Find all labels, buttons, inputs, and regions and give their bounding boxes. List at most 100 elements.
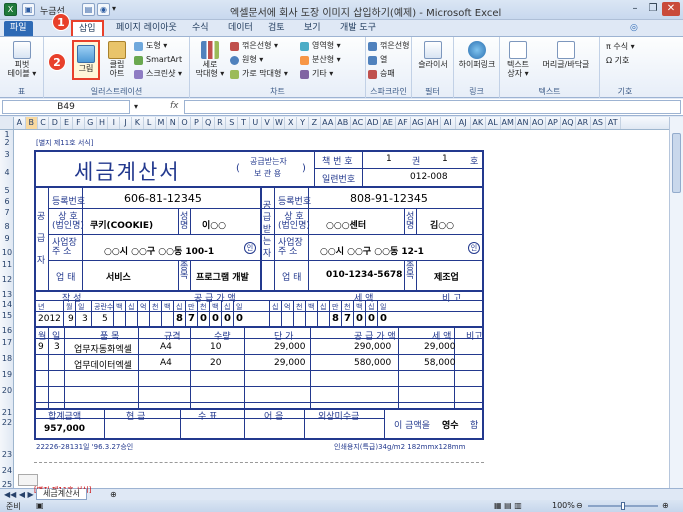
macro-record-icon[interactable]: ▣: [36, 501, 44, 510]
close-icon[interactable]: ✕: [662, 2, 680, 16]
column-header[interactable]: G: [85, 117, 97, 129]
column-header[interactable]: N: [167, 117, 180, 129]
column-header[interactable]: AK: [471, 117, 486, 129]
column-header[interactable]: AL: [486, 117, 501, 129]
view-buttons-icon[interactable]: ▦ ▤ ▥: [494, 501, 522, 510]
formula-input[interactable]: [184, 100, 681, 114]
select-all-corner[interactable]: [0, 117, 14, 130]
column-header[interactable]: AS: [591, 117, 606, 129]
restore-icon[interactable]: ❐: [644, 2, 662, 16]
column-header[interactable]: Z: [309, 117, 321, 129]
screenshot-button[interactable]: 스크린샷 ▾: [134, 68, 182, 80]
column-header[interactable]: M: [156, 117, 168, 129]
column-header[interactable]: AR: [576, 117, 591, 129]
bar-chart-button[interactable]: 가로 막대형 ▾: [230, 68, 288, 80]
customize-qat-icon[interactable]: ▾: [112, 4, 116, 13]
tab-data[interactable]: 데이터: [222, 21, 259, 37]
tab-page-layout[interactable]: 페이지 레이아웃: [110, 21, 183, 37]
sparkline-winloss-button[interactable]: 승패: [368, 68, 395, 80]
column-header[interactable]: AQ: [561, 117, 576, 129]
line-chart-button[interactable]: 꺾은선형 ▾: [230, 40, 278, 52]
sheet-tab-invoice[interactable]: 세금계산서: [36, 489, 87, 500]
worksheet-grid[interactable]: [별지 제11호 서식] 세금계산서 ( 공급받는자 보 관 용 ) 책 번 호…: [14, 130, 669, 488]
column-header[interactable]: D: [49, 117, 62, 129]
save-icon[interactable]: ▣: [22, 3, 35, 16]
column-header[interactable]: AC: [351, 117, 366, 129]
shapes-button[interactable]: 도형 ▾: [134, 40, 167, 52]
column-header[interactable]: AD: [366, 117, 381, 129]
help-icon[interactable]: ◎: [630, 23, 638, 33]
column-header[interactable]: AE: [381, 117, 396, 129]
column-header[interactable]: AN: [516, 117, 531, 129]
column-header[interactable]: B: [25, 117, 38, 129]
column-header[interactable]: AB: [336, 117, 351, 129]
column-header[interactable]: S: [226, 117, 239, 129]
column-header[interactable]: R: [215, 117, 227, 129]
tab-insert[interactable]: 삽입: [71, 20, 104, 38]
zoom-out-icon[interactable]: ⊖: [576, 501, 583, 510]
fx-icon[interactable]: fx: [170, 101, 179, 111]
clipart-button[interactable]: 클립 아트: [104, 41, 130, 78]
column-header[interactable]: AT: [606, 117, 621, 129]
column-header[interactable]: A: [14, 117, 26, 129]
column-chart-button[interactable]: 세로 막대형 ▾: [194, 41, 226, 78]
scatter-chart-button[interactable]: 분산형 ▾: [300, 54, 341, 66]
column-header[interactable]: X: [285, 117, 298, 129]
column-header[interactable]: K: [132, 117, 144, 129]
column-header[interactable]: Y: [297, 117, 309, 129]
symbol-button[interactable]: Ω 기호: [606, 55, 629, 66]
area-chart-button[interactable]: 영역형 ▾: [300, 40, 341, 52]
tab-file[interactable]: 파일: [4, 21, 33, 37]
column-header[interactable]: F: [73, 117, 85, 129]
column-header[interactable]: O: [179, 117, 191, 129]
column-header[interactable]: E: [61, 117, 73, 129]
column-header[interactable]: J: [120, 117, 132, 129]
column-header[interactable]: L: [144, 117, 156, 129]
column-header[interactable]: AA: [321, 117, 336, 129]
column-header[interactable]: AJ: [456, 117, 471, 129]
tab-formulas[interactable]: 수식: [186, 21, 215, 37]
column-header[interactable]: AO: [531, 117, 546, 129]
column-header[interactable]: W: [274, 117, 286, 129]
zoom-level[interactable]: 100%: [552, 501, 575, 510]
textbox-button[interactable]: 텍스트 상자 ▾: [502, 41, 534, 78]
column-header[interactable]: P: [191, 117, 203, 129]
name-box[interactable]: B49: [2, 100, 130, 114]
zoom-slider-thumb[interactable]: [621, 502, 625, 510]
namebox-dropdown-icon[interactable]: ▾: [134, 102, 138, 111]
tab-review[interactable]: 검토: [262, 21, 291, 37]
new-sheet-icon[interactable]: ⊕: [110, 490, 117, 499]
minimize-icon[interactable]: –: [626, 2, 644, 16]
column-header[interactable]: AI: [441, 117, 456, 129]
tab-view[interactable]: 보기: [298, 21, 327, 37]
column-header[interactable]: Q: [203, 117, 215, 129]
column-header[interactable]: AP: [546, 117, 561, 129]
column-header[interactable]: AF: [396, 117, 411, 129]
column-header[interactable]: T: [238, 117, 250, 129]
hyperlink-button[interactable]: 하이퍼링크: [457, 41, 497, 69]
sparkline-line-button[interactable]: 꺾은선형: [368, 40, 409, 52]
column-header[interactable]: H: [97, 117, 109, 129]
smartart-button[interactable]: SmartArt: [134, 54, 182, 66]
column-header[interactable]: AM: [501, 117, 516, 129]
slicer-button[interactable]: 슬라이서: [415, 41, 451, 69]
other-chart-button[interactable]: 기타 ▾: [300, 68, 333, 80]
column-header[interactable]: AG: [411, 117, 426, 129]
zoom-in-icon[interactable]: ⊕: [662, 501, 669, 510]
header-footer-button[interactable]: 머리글/바닥글: [536, 41, 596, 69]
column-header[interactable]: C: [38, 117, 50, 129]
column-header[interactable]: I: [108, 117, 121, 129]
scroll-thumb[interactable]: [672, 133, 681, 193]
column-header[interactable]: AH: [426, 117, 441, 129]
pivot-table-button[interactable]: 피벗 테이블 ▾: [4, 41, 40, 78]
column-header[interactable]: V: [262, 117, 274, 129]
camera-icon[interactable]: ◉: [97, 3, 110, 16]
print-preview-icon[interactable]: ▤: [82, 3, 95, 16]
vertical-scrollbar[interactable]: [669, 117, 683, 488]
pie-chart-button[interactable]: 원형 ▾: [230, 54, 263, 66]
equation-button[interactable]: π 수식 ▾: [606, 41, 635, 52]
picture-button[interactable]: 그림: [72, 40, 100, 80]
column-header[interactable]: U: [250, 117, 262, 129]
sparkline-column-button[interactable]: 열: [368, 54, 387, 66]
tab-developer[interactable]: 개발 도구: [334, 21, 382, 37]
